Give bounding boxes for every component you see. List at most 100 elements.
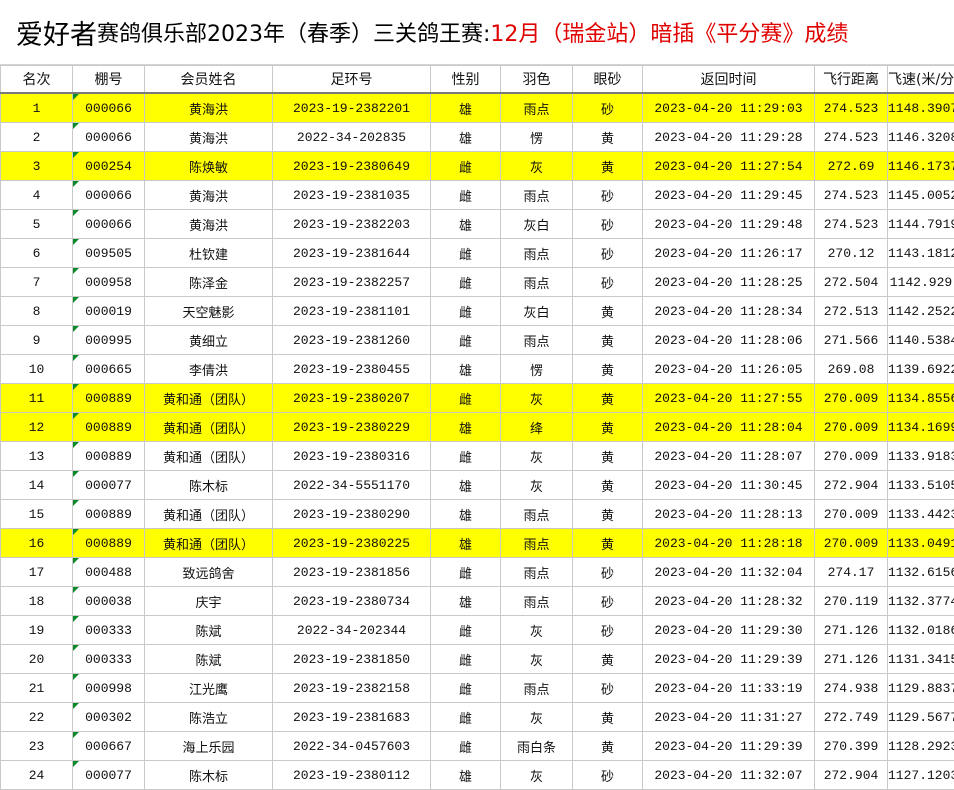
cell-distance[interactable]: 270.009 xyxy=(815,384,888,413)
cell-ring-number[interactable]: 2022-34-0457603 xyxy=(273,732,431,761)
cell-return-time[interactable]: 2023-04-20 11:32:07 xyxy=(643,761,815,790)
cell-distance[interactable]: 271.126 xyxy=(815,616,888,645)
cell-distance[interactable]: 274.523 xyxy=(815,181,888,210)
cell-eye-sand[interactable]: 砂 xyxy=(573,558,643,587)
cell-eye-sand[interactable]: 黄 xyxy=(573,152,643,181)
cell-rank[interactable]: 2 xyxy=(1,123,73,152)
cell-loft[interactable]: 000077 xyxy=(73,471,145,500)
cell-sex[interactable]: 雌 xyxy=(431,326,501,355)
cell-ring-number[interactable]: 2023-19-2380207 xyxy=(273,384,431,413)
cell-member-name[interactable]: 黄细立 xyxy=(145,326,273,355)
cell-loft[interactable]: 000889 xyxy=(73,529,145,558)
cell-rank[interactable]: 9 xyxy=(1,326,73,355)
cell-distance[interactable]: 272.904 xyxy=(815,471,888,500)
cell-eye-sand[interactable]: 黄 xyxy=(573,123,643,152)
cell-speed[interactable]: 1145.0052 xyxy=(888,181,954,210)
cell-sex[interactable]: 雄 xyxy=(431,355,501,384)
cell-feather-color[interactable]: 雨点 xyxy=(501,93,573,123)
cell-member-name[interactable]: 黄和通（团队） xyxy=(145,529,273,558)
cell-rank[interactable]: 12 xyxy=(1,413,73,442)
cell-distance[interactable]: 274.938 xyxy=(815,674,888,703)
cell-loft[interactable]: 000998 xyxy=(73,674,145,703)
cell-eye-sand[interactable]: 黄 xyxy=(573,732,643,761)
cell-member-name[interactable]: 黄和通（团队） xyxy=(145,500,273,529)
cell-return-time[interactable]: 2023-04-20 11:26:17 xyxy=(643,239,815,268)
cell-ring-number[interactable]: 2023-19-2380112 xyxy=(273,761,431,790)
cell-eye-sand[interactable]: 砂 xyxy=(573,93,643,123)
cell-ring-number[interactable]: 2022-34-5551170 xyxy=(273,471,431,500)
cell-member-name[interactable]: 庆宇 xyxy=(145,587,273,616)
cell-eye-sand[interactable]: 黄 xyxy=(573,529,643,558)
cell-speed[interactable]: 1134.1699 xyxy=(888,413,954,442)
cell-eye-sand[interactable]: 砂 xyxy=(573,587,643,616)
cell-loft[interactable]: 000667 xyxy=(73,732,145,761)
cell-member-name[interactable]: 陈斌 xyxy=(145,616,273,645)
cell-speed[interactable]: 1133.0491 xyxy=(888,529,954,558)
cell-feather-color[interactable]: 绛 xyxy=(501,413,573,442)
cell-feather-color[interactable]: 雨点 xyxy=(501,674,573,703)
cell-return-time[interactable]: 2023-04-20 11:28:25 xyxy=(643,268,815,297)
cell-speed[interactable]: 1133.4423 xyxy=(888,500,954,529)
cell-sex[interactable]: 雌 xyxy=(431,442,501,471)
cell-return-time[interactable]: 2023-04-20 11:28:04 xyxy=(643,413,815,442)
cell-speed[interactable]: 1143.1812 xyxy=(888,239,954,268)
cell-ring-number[interactable]: 2023-19-2380649 xyxy=(273,152,431,181)
cell-sex[interactable]: 雌 xyxy=(431,384,501,413)
cell-ring-number[interactable]: 2023-19-2382201 xyxy=(273,93,431,123)
cell-rank[interactable]: 23 xyxy=(1,732,73,761)
cell-sex[interactable]: 雄 xyxy=(431,93,501,123)
cell-eye-sand[interactable]: 砂 xyxy=(573,181,643,210)
cell-feather-color[interactable]: 雨点 xyxy=(501,181,573,210)
cell-speed[interactable]: 1129.5677 xyxy=(888,703,954,732)
cell-loft[interactable]: 000889 xyxy=(73,442,145,471)
cell-member-name[interactable]: 黄和通（团队） xyxy=(145,384,273,413)
cell-feather-color[interactable]: 雨白条 xyxy=(501,732,573,761)
cell-feather-color[interactable]: 愣 xyxy=(501,355,573,384)
cell-distance[interactable]: 272.504 xyxy=(815,268,888,297)
cell-speed[interactable]: 1128.2923 xyxy=(888,732,954,761)
cell-eye-sand[interactable]: 黄 xyxy=(573,326,643,355)
cell-rank[interactable]: 14 xyxy=(1,471,73,500)
cell-eye-sand[interactable]: 黄 xyxy=(573,413,643,442)
col-header-sex[interactable]: 性别 xyxy=(431,66,501,94)
cell-distance[interactable]: 270.009 xyxy=(815,413,888,442)
cell-speed[interactable]: 1134.8556 xyxy=(888,384,954,413)
cell-return-time[interactable]: 2023-04-20 11:27:55 xyxy=(643,384,815,413)
cell-loft[interactable]: 000302 xyxy=(73,703,145,732)
cell-ring-number[interactable]: 2023-19-2380734 xyxy=(273,587,431,616)
cell-ring-number[interactable]: 2023-19-2382158 xyxy=(273,674,431,703)
cell-rank[interactable]: 20 xyxy=(1,645,73,674)
cell-return-time[interactable]: 2023-04-20 11:33:19 xyxy=(643,674,815,703)
cell-member-name[interactable]: 致远鸽舍 xyxy=(145,558,273,587)
cell-loft[interactable]: 000995 xyxy=(73,326,145,355)
cell-sex[interactable]: 雌 xyxy=(431,645,501,674)
cell-rank[interactable]: 7 xyxy=(1,268,73,297)
cell-member-name[interactable]: 天空魅影 xyxy=(145,297,273,326)
cell-return-time[interactable]: 2023-04-20 11:29:45 xyxy=(643,181,815,210)
cell-return-time[interactable]: 2023-04-20 11:29:39 xyxy=(643,732,815,761)
cell-distance[interactable]: 272.904 xyxy=(815,761,888,790)
cell-eye-sand[interactable]: 黄 xyxy=(573,500,643,529)
cell-loft[interactable]: 000254 xyxy=(73,152,145,181)
cell-ring-number[interactable]: 2022-34-202344 xyxy=(273,616,431,645)
cell-eye-sand[interactable]: 砂 xyxy=(573,268,643,297)
cell-speed[interactable]: 1142.929 xyxy=(888,268,954,297)
cell-sex[interactable]: 雌 xyxy=(431,674,501,703)
cell-distance[interactable]: 269.08 xyxy=(815,355,888,384)
col-header-ring[interactable]: 足环号 xyxy=(273,66,431,94)
cell-eye-sand[interactable]: 黄 xyxy=(573,645,643,674)
cell-sex[interactable]: 雄 xyxy=(431,471,501,500)
cell-speed[interactable]: 1132.3774 xyxy=(888,587,954,616)
cell-feather-color[interactable]: 雨点 xyxy=(501,239,573,268)
cell-return-time[interactable]: 2023-04-20 11:32:04 xyxy=(643,558,815,587)
cell-speed[interactable]: 1146.1737 xyxy=(888,152,954,181)
cell-distance[interactable]: 274.523 xyxy=(815,123,888,152)
cell-return-time[interactable]: 2023-04-20 11:29:03 xyxy=(643,93,815,123)
cell-member-name[interactable]: 李倩洪 xyxy=(145,355,273,384)
col-header-eye[interactable]: 眼砂 xyxy=(573,66,643,94)
cell-speed[interactable]: 1142.2522 xyxy=(888,297,954,326)
cell-speed[interactable]: 1132.0186 xyxy=(888,616,954,645)
cell-speed[interactable]: 1146.3208 xyxy=(888,123,954,152)
cell-feather-color[interactable]: 灰 xyxy=(501,471,573,500)
cell-distance[interactable]: 272.749 xyxy=(815,703,888,732)
